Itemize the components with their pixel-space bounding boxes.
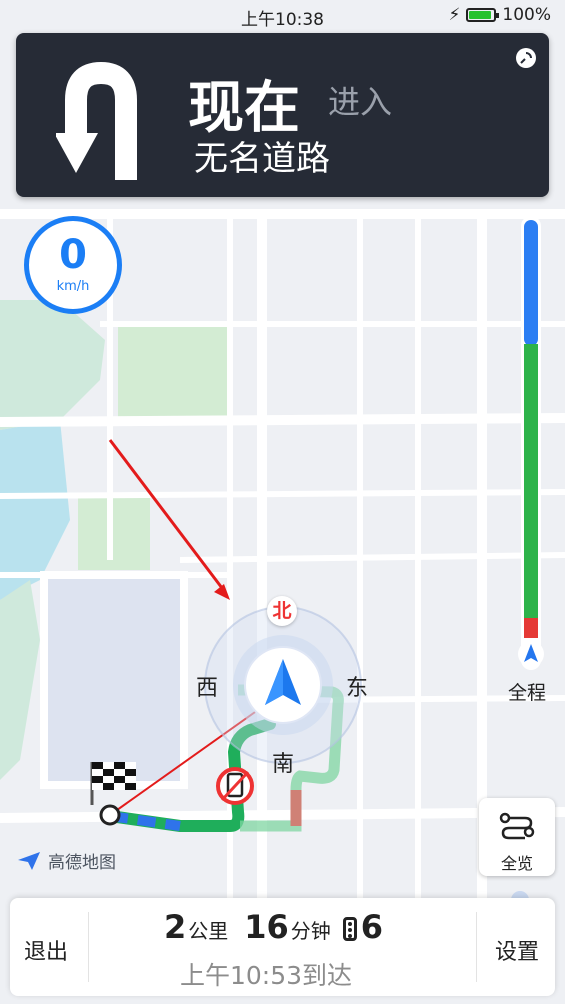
guidance-road: 无名道路 (194, 139, 330, 179)
battery-icon (466, 8, 500, 22)
distance-value: 2 (164, 908, 187, 946)
gps-signal-icon[interactable] (515, 47, 537, 69)
status-bar: 上午10:38 ⚡ 100% (0, 0, 565, 32)
distance-unit: 公里 (188, 919, 229, 943)
overview-button[interactable]: 全览 (479, 798, 555, 876)
compass-north: 北 (267, 596, 297, 626)
turn-guidance-panel[interactable]: 现在 进入 无名道路 (16, 33, 549, 197)
overview-label: 全览 (500, 854, 533, 873)
traffic-light-icon (342, 917, 357, 941)
arrival-time: 上午10:53到达 (180, 961, 353, 990)
navigation-bottom-bar: 退出 2 公里 16 分钟 6 上午10:53到达 设置 (10, 898, 555, 996)
speed-value: 0 (59, 232, 87, 278)
vehicle-position-icon[interactable] (243, 645, 323, 725)
divider (476, 912, 477, 982)
time-unit: 分钟 (290, 919, 331, 943)
battery-percent: 100% (502, 5, 551, 25)
compass-west: 西 (196, 676, 219, 701)
compass-east: 东 (346, 676, 369, 701)
settings-button[interactable]: 设置 (495, 934, 539, 966)
logo-text: 高德地图 (48, 853, 116, 873)
exit-button[interactable]: 退出 (24, 934, 68, 966)
amap-logo: 高德地图 (16, 848, 116, 873)
amap-logo-icon (18, 851, 40, 870)
traffic-lights-count: 6 (360, 908, 384, 946)
full-route-label[interactable]: 全程 (508, 678, 546, 705)
route-icon (499, 812, 535, 840)
guidance-when: 现在 (188, 76, 300, 141)
charging-icon: ⚡ (448, 5, 461, 25)
compass-south: 南 (272, 752, 295, 777)
route-progress-bar[interactable] (518, 216, 544, 670)
u-turn-icon (56, 61, 137, 180)
divider (88, 912, 89, 982)
speedometer: 0 km/h (24, 216, 122, 314)
time-value: 16 (244, 908, 289, 946)
speed-unit: km/h (56, 279, 90, 294)
route-stats: 2 公里 16 分钟 6 (164, 908, 383, 946)
guidance-action: 进入 (328, 83, 393, 121)
